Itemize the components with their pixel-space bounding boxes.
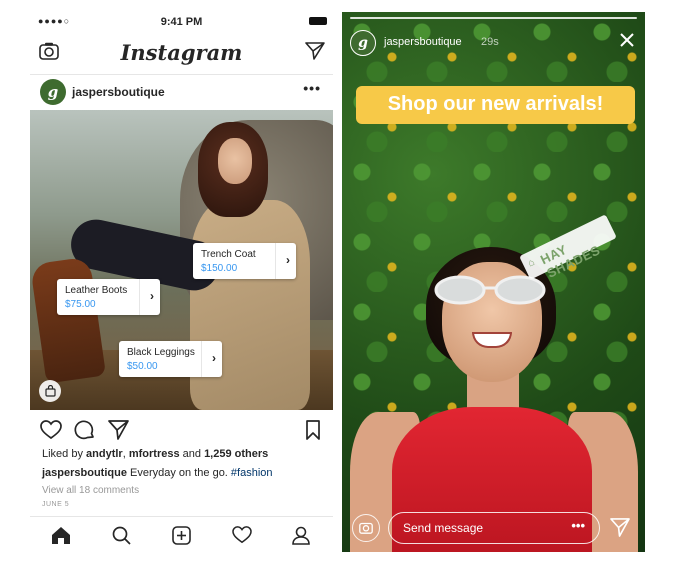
story-camera-button[interactable] <box>352 514 380 542</box>
chevron-right-icon: › <box>150 289 154 303</box>
likes-prefix: Liked by <box>42 448 87 460</box>
more-options-icon[interactable]: ••• <box>303 80 321 96</box>
heart-icon[interactable] <box>40 420 62 440</box>
close-icon[interactable] <box>619 32 635 53</box>
liker-mfortress[interactable]: mfortress <box>129 448 180 460</box>
chevron-right-icon: › <box>286 253 290 267</box>
likes-and: and <box>179 448 205 460</box>
product-tag-price: $75.00 <box>65 299 96 310</box>
shopping-bag-icon: ⌂ <box>526 256 537 270</box>
chevron-right-icon: › <box>212 351 216 365</box>
bookmark-icon[interactable] <box>306 420 320 440</box>
profile-icon[interactable] <box>292 526 310 545</box>
bottom-tab-bar <box>30 516 333 552</box>
more-options-icon[interactable]: ••• <box>571 518 585 533</box>
product-tag-trench-coat[interactable]: Trench Coat $150.00 › <box>193 243 296 279</box>
send-icon[interactable] <box>610 518 630 537</box>
product-tag-name: Trench Coat <box>201 249 256 260</box>
product-tag-name: Leather Boots <box>65 285 128 296</box>
tag-divider <box>201 341 202 377</box>
story-timestamp: 29s <box>481 36 499 48</box>
post-header: g jaspersboutique ••• <box>30 74 333 110</box>
product-tag-black-leggings[interactable]: Black Leggings $50.00 › <box>119 341 222 377</box>
avatar[interactable]: g <box>40 79 66 105</box>
status-bar: ●●●●○ 9:41 PM <box>30 12 333 32</box>
new-post-icon[interactable] <box>172 526 191 545</box>
post-username[interactable]: jaspersboutique <box>72 85 165 99</box>
caption-text: Everyday on the go. <box>126 467 231 479</box>
battery-icon <box>309 17 327 25</box>
post-photo[interactable]: Trench Coat $150.00 › Leather Boots $75.… <box>30 110 333 410</box>
app-header: Instagram <box>30 32 333 75</box>
story-text-banner: Shop our new arrivals! <box>356 86 635 124</box>
caption-username[interactable]: jaspersboutique <box>42 467 127 479</box>
photo-coat <box>190 200 310 410</box>
liker-andytlr[interactable]: andytlr <box>86 448 123 460</box>
banner-text: Shop our new arrivals! <box>387 93 604 115</box>
tag-divider <box>275 243 276 279</box>
story-reply-bar: Send message ••• <box>342 508 645 552</box>
post-caption: jaspersboutique Everyday on the go. #fas… <box>42 467 273 479</box>
product-tag-name: Black Leggings <box>127 347 195 358</box>
send-message-input[interactable]: Send message ••• <box>388 512 600 544</box>
comment-icon[interactable] <box>74 420 95 441</box>
tag-divider <box>139 279 140 315</box>
activity-heart-icon[interactable] <box>232 526 252 544</box>
product-tag-price: $150.00 <box>201 263 238 274</box>
likes-others[interactable]: 1,259 others <box>204 448 268 460</box>
post-actions <box>30 416 333 444</box>
search-icon[interactable] <box>112 526 131 545</box>
story-username[interactable]: jaspersboutique <box>384 36 462 48</box>
story-progress-bar <box>350 17 637 19</box>
likes-text: Liked by andytlr, mfortress and 1,259 ot… <box>42 448 268 460</box>
caption-hashtag[interactable]: #fashion <box>231 467 273 479</box>
view-comments-link[interactable]: View all 18 comments <box>42 485 139 496</box>
story-screen[interactable]: g jaspersboutique 29s Shop our new arriv… <box>342 12 645 552</box>
story-avatar[interactable]: g <box>350 30 376 56</box>
status-time: 9:41 PM <box>160 16 203 28</box>
home-icon[interactable] <box>51 526 71 545</box>
product-tag-leather-boots[interactable]: Leather Boots $75.00 › <box>57 279 160 315</box>
instagram-logo: Instagram <box>120 40 243 65</box>
photo-face <box>218 138 252 184</box>
post-date: JUNE 5 <box>42 501 70 508</box>
product-tag-price: $50.00 <box>127 361 158 372</box>
send-message-placeholder: Send message <box>403 521 484 535</box>
direct-message-icon[interactable] <box>305 42 325 65</box>
feed-screen: ●●●●○ 9:41 PM Instagram g jaspersboutiqu… <box>30 12 333 552</box>
shopping-bag-icon[interactable] <box>39 380 61 402</box>
share-icon[interactable] <box>108 420 129 440</box>
camera-icon <box>359 522 373 534</box>
